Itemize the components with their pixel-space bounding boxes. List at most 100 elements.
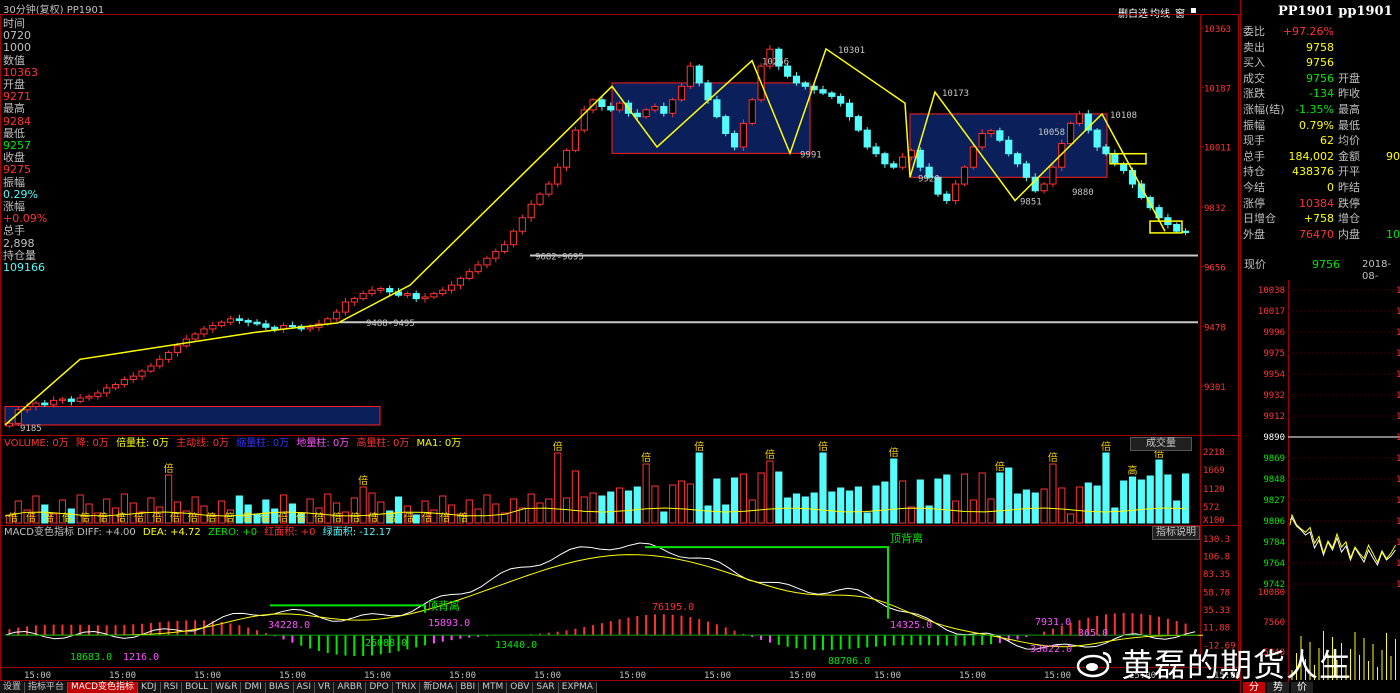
quote-value: 9756 — [1306, 71, 1334, 85]
indicator-tab[interactable]: BIAS — [265, 682, 294, 693]
macd-area-label: 33022.0 — [1030, 644, 1072, 655]
candle-body — [226, 318, 235, 323]
indicator-tab[interactable]: ARBR — [334, 682, 367, 693]
mini-axis-label: 9806 — [1263, 517, 1285, 527]
mini-axis-right-label: 1 — [1396, 517, 1400, 527]
candle-body — [987, 130, 995, 134]
candle-body — [881, 153, 889, 165]
mini-axis-right-label: 1 — [1396, 580, 1400, 590]
quote-row: 卖出 9758 — [1242, 40, 1400, 56]
volume-bar — [394, 496, 403, 524]
indicator-tab[interactable]: 新DMA — [420, 682, 458, 693]
candle-body — [845, 102, 854, 118]
price-axis-label: 9656 — [1204, 263, 1226, 273]
candle-body — [76, 397, 84, 402]
indicator-tab[interactable]: W&R — [212, 682, 242, 693]
macd-axis-label: 83.35 — [1203, 570, 1230, 580]
volume-bar — [898, 480, 907, 524]
quote-label: 涨跌 — [1243, 87, 1265, 101]
time-axis-label: 15:00 — [194, 671, 221, 681]
quote-row: 持仓 438376 开平 — [1242, 164, 1400, 180]
quote-value: 90 — [1386, 149, 1400, 163]
volume-bar — [748, 499, 756, 524]
macd-indicator-item: 绿面积: -12.17 — [322, 527, 392, 538]
candle-body — [952, 183, 960, 202]
volume-bar — [863, 512, 871, 524]
current-price-value: 9756 — [1312, 258, 1340, 271]
mini-axis-right-label: 1 — [1396, 328, 1400, 338]
indicator-tab[interactable]: MTM — [479, 682, 508, 693]
quote-value: 9758 — [1306, 40, 1334, 54]
candle-body — [1013, 153, 1022, 165]
indicator-tab[interactable]: BBI — [457, 682, 480, 693]
volume-axis-label: 572 — [1203, 503, 1219, 513]
candle-body — [837, 95, 845, 104]
volume-marker: 倍 — [368, 511, 378, 524]
quote-row: 委比 +97.26% — [1242, 24, 1400, 40]
indicator-tab[interactable]: MACD变色指标 — [68, 682, 139, 693]
volume-bar — [554, 452, 562, 524]
mini-axis-label: 9890 — [1263, 433, 1285, 443]
indicator-tab[interactable]: KDJ — [138, 682, 161, 693]
indicator-tab[interactable]: TRIX — [392, 682, 421, 693]
time-axis-label: 15:00 — [1044, 671, 1071, 681]
candle-body — [483, 257, 491, 266]
candle-body — [651, 106, 659, 111]
volume-bar — [766, 460, 774, 524]
indicator-tab[interactable]: DPO — [366, 682, 393, 693]
indicator-tab[interactable]: EXPMA — [558, 682, 597, 693]
candle-body — [209, 325, 217, 330]
mini-axis-right-label: 1 — [1396, 307, 1400, 317]
volume-axis-label: 2218 — [1203, 448, 1225, 458]
volume-bar — [872, 485, 880, 524]
indicator-tab[interactable]: RSI — [160, 682, 183, 693]
macd-indicator-help-button[interactable]: 指标说明 — [1152, 526, 1200, 540]
quote-value: +758 — [1303, 212, 1334, 226]
mini-axis-label: 9954 — [1263, 370, 1285, 380]
volume-bar — [695, 452, 703, 524]
indicator-tab[interactable]: BOLL — [182, 682, 213, 693]
quote-value: 9756 — [1306, 56, 1334, 70]
indicator-tab[interactable]: SAR — [533, 682, 559, 693]
candle-body — [509, 230, 518, 246]
indicator-tab[interactable]: 指标平台 — [25, 682, 69, 693]
macd-area-label: 7931.0 — [1035, 617, 1071, 628]
volume-bar — [943, 474, 951, 524]
candle-body — [306, 326, 314, 330]
volume-marker: 倍 — [694, 440, 704, 453]
candle-body — [1005, 139, 1013, 155]
volume-axis-label: 1669 — [1203, 466, 1225, 476]
indicator-tab[interactable]: DMI — [241, 682, 266, 693]
mini-axis-right-label: 1 — [1396, 349, 1400, 359]
candle-body — [492, 250, 500, 259]
mini-axis-right-label: 1 — [1396, 412, 1400, 422]
price-annotation: 9488-9495 — [366, 319, 415, 329]
candle-body — [474, 264, 482, 273]
quote-value: -1.35% — [1295, 103, 1334, 116]
candle-body — [660, 106, 668, 114]
volume-marker: 倍 — [765, 448, 775, 461]
time-axis-label: 15:00 — [959, 671, 986, 681]
quote-label: 跌停 — [1338, 196, 1360, 210]
indicator-tab[interactable]: 设置 — [0, 682, 26, 693]
volume-bar — [801, 496, 809, 524]
volume-indicator-button[interactable]: 成交量 — [1130, 437, 1192, 451]
candle-body — [341, 301, 350, 313]
time-axis-label: 15:00 — [704, 671, 731, 681]
candle-body — [165, 352, 173, 360]
indicator-tab[interactable]: OBV — [507, 682, 534, 693]
time-axis-label: 15:00 — [789, 671, 816, 681]
quote-label: 涨停 — [1243, 196, 1265, 210]
volume-marker: 倍 — [26, 511, 36, 524]
price-annotation: 9851 — [1020, 198, 1042, 208]
candle-body — [669, 99, 677, 114]
candle-body — [960, 166, 969, 185]
time-axis-label: 15:00 — [24, 671, 51, 681]
indicator-tab[interactable]: VR — [315, 682, 335, 693]
volume-bar — [828, 491, 836, 524]
indicator-tab[interactable]: ASI — [293, 682, 316, 693]
candle-body — [536, 193, 544, 205]
macd-area-label: 26088.0 — [365, 638, 407, 649]
volume-marker: 倍 — [332, 511, 342, 524]
candle-body — [713, 99, 721, 118]
